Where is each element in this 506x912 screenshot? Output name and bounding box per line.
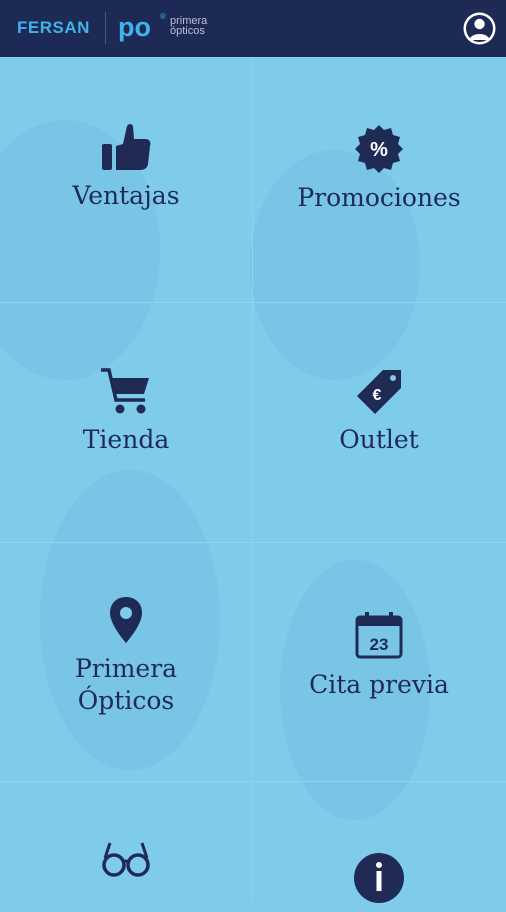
svg-text:%: % — [370, 139, 388, 161]
menu-cita-previa[interactable]: 23 Cita previa — [253, 609, 505, 701]
logo-line-2: ópticos — [170, 25, 205, 37]
logo-registered-mark: ® — [160, 12, 166, 21]
user-profile-icon — [463, 12, 496, 45]
menu-label-primera: Primera — [74, 654, 178, 683]
shopping-cart-icon — [101, 368, 149, 414]
menu-tienda[interactable]: Tienda — [0, 366, 252, 456]
thumbs-up-icon — [102, 124, 151, 170]
primera-opticos-text: primera ópticos — [170, 16, 207, 37]
menu-label-opticos: Ópticos — [77, 686, 175, 715]
app-header: FERSAN po ® primera ópticos — [0, 0, 506, 57]
menu-label-ventajas: Ventajas — [72, 181, 180, 210]
menu-label-promociones: Promociones — [297, 183, 461, 212]
info-icon — [354, 853, 404, 903]
menu-info[interactable] — [253, 852, 505, 912]
row-divider-2 — [0, 542, 506, 543]
menu-gafas[interactable] — [0, 840, 252, 888]
menu-ventajas[interactable]: Ventajas — [0, 120, 252, 212]
menu-outlet[interactable]: € Outlet — [253, 366, 505, 456]
brand-fersan: FERSAN — [17, 18, 90, 37]
svg-text:€: € — [373, 387, 382, 404]
row-divider-1 — [0, 302, 506, 303]
profile-button[interactable] — [462, 11, 497, 46]
euro-tag-icon: € — [357, 370, 401, 414]
calendar-icon: 23 — [355, 612, 403, 659]
header-divider — [105, 12, 106, 44]
menu-primera-opticos[interactable]: Primera Ópticos — [0, 595, 252, 717]
menu-label-tienda: Tienda — [82, 425, 170, 454]
row-divider-3 — [0, 781, 506, 782]
percent-badge-icon: % — [355, 125, 403, 173]
menu-promociones[interactable]: % Promociones — [253, 124, 505, 214]
menu-label-outlet: Outlet — [339, 425, 419, 454]
menu-label-cita-previa: Cita previa — [309, 670, 449, 699]
glasses-icon — [102, 842, 150, 877]
location-pin-icon — [110, 597, 142, 643]
calendar-date: 23 — [370, 635, 389, 654]
primera-opticos-logo: po — [118, 12, 151, 42]
